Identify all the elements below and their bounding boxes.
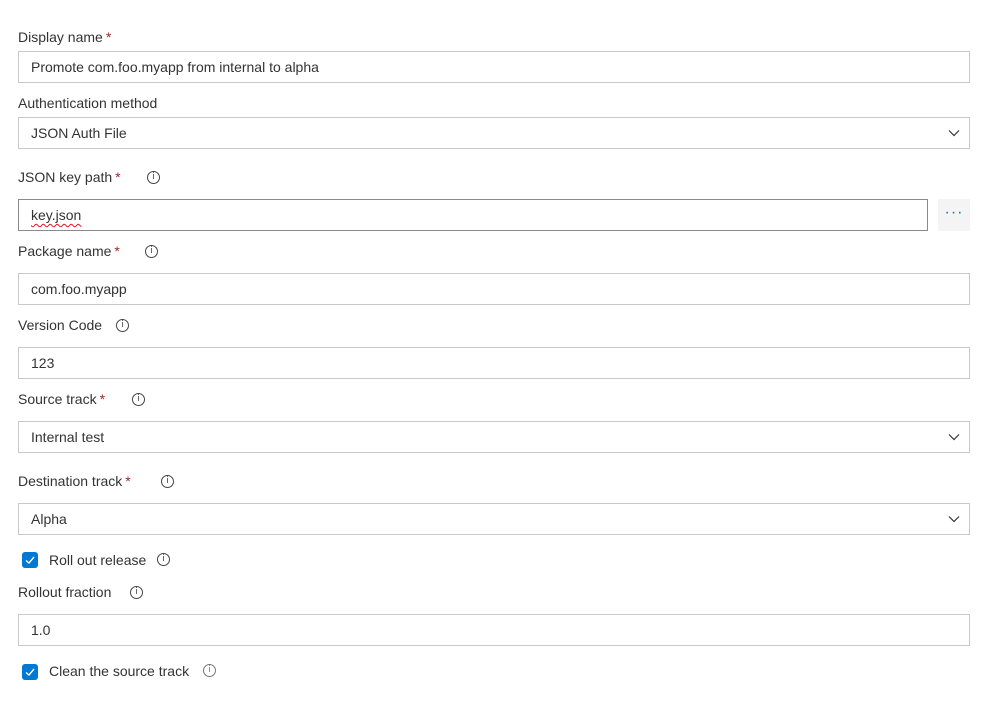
auth-method-select[interactable]: JSON Auth File (18, 117, 970, 149)
clean-source-track-label[interactable]: Clean the source track (49, 661, 189, 681)
json-key-path-label-text: JSON key path (18, 169, 113, 185)
source-track-label-text: Source track (18, 391, 97, 407)
info-icon[interactable]: i (147, 171, 160, 184)
required-mark: * (115, 169, 121, 185)
info-icon[interactable]: i (145, 245, 158, 258)
package-name-value: com.foo.myapp (31, 281, 127, 297)
required-mark: * (99, 391, 106, 407)
destination-track-label: Destination track * (18, 471, 131, 491)
roll-out-release-label[interactable]: Roll out release (49, 550, 146, 570)
chevron-down-icon (948, 516, 960, 523)
rollout-fraction-value: 1.0 (31, 622, 51, 638)
json-key-path-value: key.json (31, 207, 82, 223)
destination-track-value: Alpha (31, 511, 67, 527)
display-name-value: Promote com.foo.myapp from internal to a… (31, 59, 319, 75)
source-track-label: Source track * (18, 389, 105, 409)
checkmark-icon (25, 668, 35, 676)
version-code-input[interactable]: 123 (18, 347, 970, 379)
info-icon[interactable]: i (116, 319, 129, 332)
source-track-value: Internal test (31, 429, 105, 445)
display-name-input[interactable]: Promote com.foo.myapp from internal to a… (18, 51, 970, 83)
required-mark: * (125, 473, 131, 489)
version-code-value: 123 (31, 355, 55, 371)
chevron-down-icon (948, 130, 960, 137)
info-icon[interactable]: i (203, 664, 216, 677)
browse-button[interactable]: ··· (938, 199, 970, 231)
info-icon[interactable]: i (157, 553, 170, 566)
destination-track-label-text: Destination track (18, 473, 123, 489)
package-name-label-text: Package name (18, 243, 112, 259)
version-code-label: Version Code (18, 317, 103, 333)
info-icon[interactable]: i (130, 586, 143, 599)
source-track-select[interactable]: Internal test (18, 421, 970, 453)
roll-out-release-checkbox[interactable] (22, 552, 38, 568)
display-name-label-text: Display name (18, 29, 103, 45)
clean-source-track-checkbox[interactable] (22, 664, 38, 680)
auth-method-label: Authentication method (18, 95, 158, 111)
rollout-fraction-input[interactable]: 1.0 (18, 614, 970, 646)
destination-track-select[interactable]: Alpha (18, 503, 970, 535)
json-key-path-label: JSON key path * (18, 167, 121, 187)
package-name-label: Package name * (18, 241, 120, 261)
info-icon[interactable]: i (161, 475, 174, 488)
auth-method-value: JSON Auth File (31, 125, 127, 141)
rollout-fraction-label: Rollout fraction (18, 584, 112, 600)
display-name-label: Display name * (18, 27, 111, 47)
json-key-path-input[interactable]: key.json (18, 199, 928, 231)
info-icon[interactable]: i (132, 393, 145, 406)
package-name-input[interactable]: com.foo.myapp (18, 273, 970, 305)
chevron-down-icon (948, 434, 960, 441)
required-mark: * (114, 243, 120, 259)
required-mark: * (105, 29, 112, 45)
checkmark-icon (25, 556, 35, 564)
